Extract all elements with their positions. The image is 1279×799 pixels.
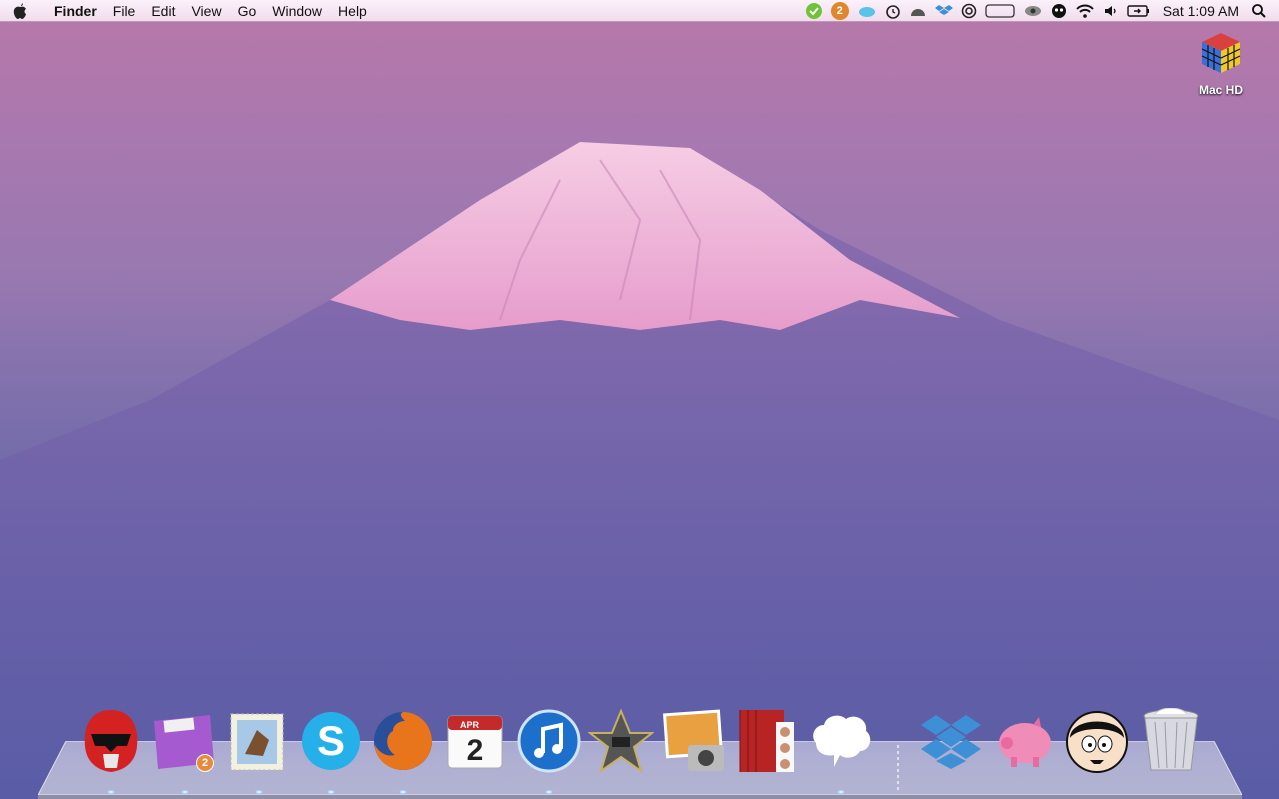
- trash-icon[interactable]: [1138, 706, 1204, 776]
- running-indicator: [255, 790, 263, 794]
- calendar-day: 2: [467, 734, 484, 767]
- dropbox-icon[interactable]: [918, 706, 984, 776]
- face-icon[interactable]: [1051, 0, 1067, 22]
- menu-window[interactable]: Window: [264, 0, 330, 22]
- menu-go[interactable]: Go: [230, 0, 265, 22]
- wifi-icon[interactable]: [1075, 0, 1095, 22]
- alarm-clock-icon[interactable]: [885, 0, 901, 22]
- menu-edit[interactable]: Edit: [143, 0, 183, 22]
- mail-stamp-icon[interactable]: [224, 706, 290, 776]
- cartoon-face-icon[interactable]: [1064, 706, 1130, 776]
- spotlight-search-icon[interactable]: [1251, 0, 1267, 22]
- notification-count: 2: [830, 2, 849, 20]
- evernote-icon[interactable]: [805, 0, 823, 22]
- rubiks-cube-icon: [1201, 33, 1241, 73]
- status-area: 2 Sat 1:09 AM: [801, 0, 1279, 22]
- target-icon[interactable]: [961, 0, 977, 22]
- running-indicator: [327, 790, 335, 794]
- firefox-icon[interactable]: [370, 706, 436, 776]
- speech-bubble-icon[interactable]: [808, 706, 874, 776]
- skype-icon[interactable]: S: [298, 706, 364, 776]
- running-indicator: [181, 790, 189, 794]
- piggy-bank-icon[interactable]: [992, 706, 1058, 776]
- dock: 2 S APR 2: [0, 706, 1279, 796]
- running-indicator: [107, 790, 115, 794]
- calendar-icon[interactable]: APR 2: [442, 706, 508, 776]
- battery-icon[interactable]: [1127, 0, 1151, 22]
- menu-file[interactable]: File: [105, 0, 144, 22]
- volume-icon[interactable]: [1103, 0, 1119, 22]
- running-indicator: [399, 790, 407, 794]
- dropbox-status-icon[interactable]: [934, 0, 953, 22]
- menu-bar: Finder File Edit View Go Window Help 2 S…: [0, 0, 1279, 22]
- menu-view[interactable]: View: [183, 0, 229, 22]
- dome-icon[interactable]: [909, 0, 927, 22]
- svg-text:S: S: [317, 717, 345, 764]
- desktop-wallpaper: [0, 142, 1279, 799]
- power-ranger-helmet-icon[interactable]: [78, 706, 144, 776]
- app-menu-finder[interactable]: Finder: [40, 0, 105, 22]
- purple-folder-icon[interactable]: 2: [150, 706, 216, 776]
- iphoto-icon[interactable]: [662, 706, 728, 776]
- cloud-icon[interactable]: [857, 0, 877, 22]
- apple-menu-icon[interactable]: [0, 2, 40, 20]
- calendar-month: APR: [460, 720, 480, 730]
- eye-icon[interactable]: [1023, 0, 1043, 22]
- running-indicator: [545, 790, 553, 794]
- itunes-icon[interactable]: [516, 706, 582, 776]
- desktop-drive-icon[interactable]: Mac HD: [1186, 30, 1256, 97]
- menubar-clock[interactable]: Sat 1:09 AM: [1163, 3, 1239, 19]
- photo-booth-icon[interactable]: [734, 706, 800, 776]
- folder-badge: 2: [196, 754, 214, 772]
- notification-badge[interactable]: 2: [830, 0, 849, 22]
- blank-rect-icon[interactable]: [985, 0, 1015, 22]
- drive-label: Mac HD: [1198, 83, 1243, 97]
- running-indicator: [837, 790, 845, 794]
- menu-help[interactable]: Help: [330, 0, 375, 22]
- imovie-icon[interactable]: [588, 706, 654, 776]
